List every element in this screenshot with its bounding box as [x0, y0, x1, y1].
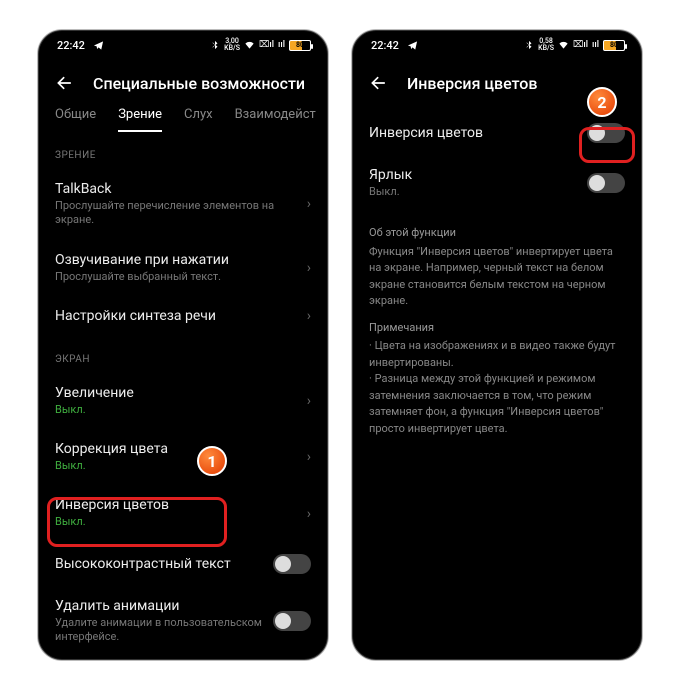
header: Специальные возможности: [39, 59, 327, 101]
description: Об этой функции Функция "Инверсия цветов…: [369, 225, 625, 437]
note-1: · Цвета на изображениях и в видео также …: [369, 338, 625, 371]
tab-vision[interactable]: Зрение: [118, 107, 162, 132]
row-shortcut[interactable]: Ярлык Выкл.: [369, 155, 625, 211]
telegram-icon: [93, 40, 104, 51]
row-color-inversion[interactable]: Инверсия цветов Выкл. ›: [55, 485, 311, 541]
bluetooth-icon: [523, 40, 534, 51]
status-time: 22:42: [371, 39, 399, 52]
chevron-right-icon: ›: [307, 260, 311, 276]
wifi-icon: [558, 40, 569, 51]
row-inversion-toggle[interactable]: Инверсия цветов: [369, 101, 625, 155]
row-magnification[interactable]: Увеличение Выкл. ›: [55, 373, 311, 429]
wifi-icon: [244, 40, 255, 51]
row-tts[interactable]: Настройки синтеза речи ›: [55, 296, 311, 336]
bluetooth-icon: [209, 40, 220, 51]
toggle-remove-animations[interactable]: [273, 611, 311, 631]
section-vision: ЗРЕНИЕ: [55, 150, 311, 161]
row-speak-on-tap[interactable]: Озвучивание при нажатии Прослушайте выбр…: [55, 240, 311, 296]
content: Инверсия цветов Ярлык Выкл. Об этой функ…: [353, 101, 641, 659]
chevron-right-icon: ›: [307, 308, 311, 324]
statusbar: 22:42 0,58KB/S ⌧ıl ııl 80: [353, 31, 641, 59]
data-speed: 3,00KB/S: [224, 38, 240, 52]
telegram-icon: [407, 40, 418, 51]
chevron-right-icon: ›: [307, 393, 311, 409]
notes-heading: Примечания: [369, 320, 625, 337]
back-button[interactable]: [55, 73, 75, 93]
row-high-contrast[interactable]: Высококонтрастный текст: [55, 542, 311, 586]
data-speed: 0,58KB/S: [538, 38, 554, 52]
signal2-icon: ııl: [278, 40, 285, 50]
statusbar: 22:42 3,00KB/S ⌧ıl ııl 80: [39, 31, 327, 59]
content: ЗРЕНИЕ TalkBack Прослушайте перечисление…: [39, 132, 327, 659]
phone-right: 22:42 0,58KB/S ⌧ıl ııl 80 Инверсия цвето…: [352, 30, 642, 660]
tab-hearing[interactable]: Слух: [184, 107, 213, 132]
toggle-shortcut[interactable]: [587, 173, 625, 193]
signal-icon: ⌧ıl: [259, 40, 274, 50]
note-2: · Разница между этой функцией и режимом …: [369, 371, 625, 437]
row-color-correction[interactable]: Коррекция цвета Выкл. ›: [55, 429, 311, 485]
phone-left: 22:42 3,00KB/S ⌧ıl ııl 80 Специальные во…: [38, 30, 328, 660]
tab-general[interactable]: Общие: [55, 107, 96, 132]
row-talkback[interactable]: TalkBack Прослушайте перечисление элемен…: [55, 169, 311, 240]
about-body: Функция "Инверсия цветов" инвертирует цв…: [369, 244, 625, 310]
status-time: 22:42: [57, 39, 85, 52]
about-heading: Об этой функции: [369, 225, 625, 242]
tab-interaction[interactable]: Взаимодейст: [235, 107, 316, 132]
section-screen: ЭКРАН: [55, 354, 311, 365]
page-title: Инверсия цветов: [407, 74, 537, 93]
header: Инверсия цветов: [353, 59, 641, 101]
chevron-right-icon: ›: [307, 196, 311, 212]
signal2-icon: ııl: [592, 40, 599, 50]
tabs: Общие Зрение Слух Взаимодейст: [39, 101, 327, 132]
back-button[interactable]: [369, 73, 389, 93]
row-remove-animations[interactable]: Удалить анимации Удалите анимации в поль…: [55, 586, 311, 657]
page-title: Специальные возможности: [93, 74, 305, 93]
chevron-right-icon: ›: [307, 449, 311, 465]
toggle-high-contrast[interactable]: [273, 554, 311, 574]
signal-icon: ⌧ıl: [573, 40, 588, 50]
battery-icon: 80: [603, 40, 625, 51]
chevron-right-icon: ›: [307, 506, 311, 522]
toggle-color-inversion[interactable]: [587, 123, 625, 143]
battery-icon: 80: [289, 40, 311, 51]
